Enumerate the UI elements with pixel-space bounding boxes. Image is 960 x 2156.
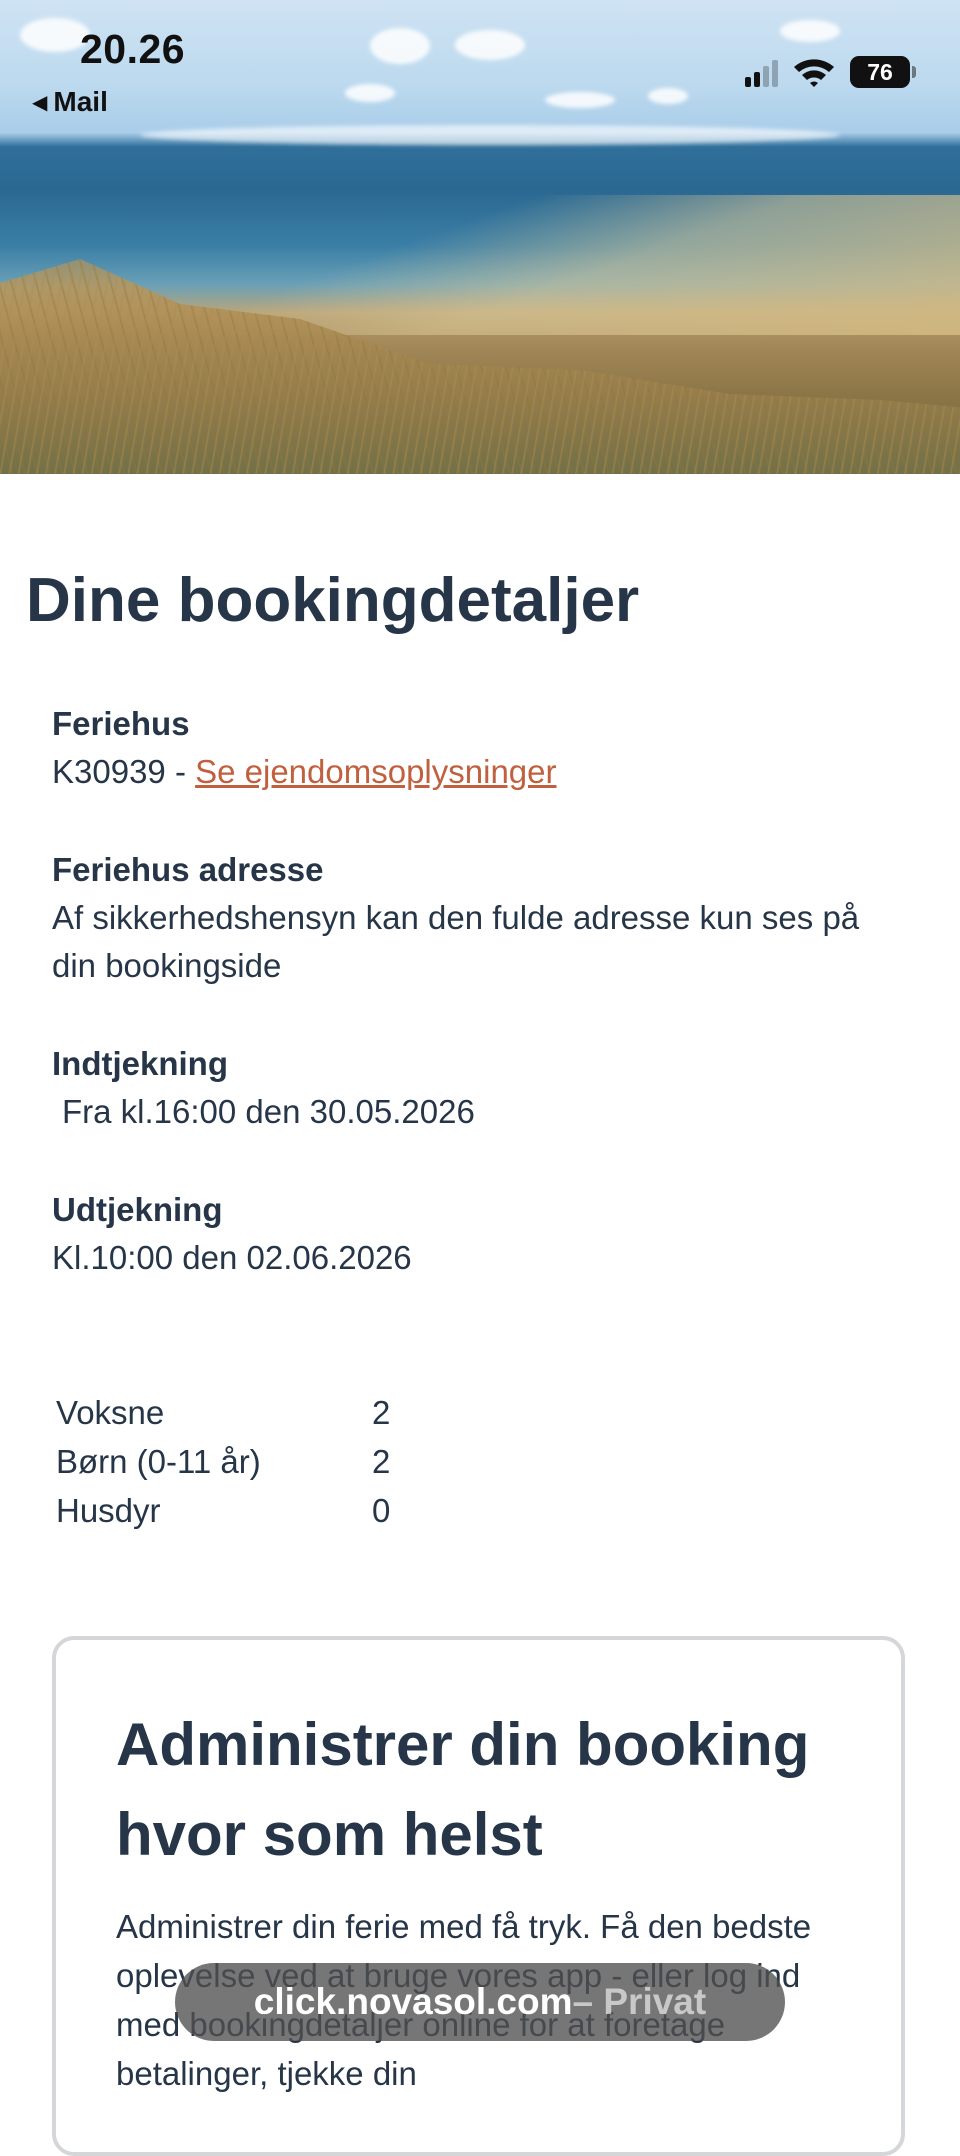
guest-labels: Voksne Børn (0-11 år) Husdyr	[56, 1388, 276, 1535]
private-mode-label: – Privat	[572, 1981, 707, 2022]
house-label: Feriehus	[52, 705, 190, 742]
cloud	[370, 28, 430, 64]
cloud	[648, 88, 688, 104]
house-id: K30939 -	[52, 753, 196, 790]
checkout-label: Udtjekning	[52, 1191, 223, 1228]
url-text: click.novasol.com	[253, 1981, 573, 2022]
checkin-value: Fra kl.16:00 den 30.05.2026	[62, 1093, 475, 1130]
status-time: 20.26	[80, 26, 186, 72]
house-value: K30939 - Se ejendomsoplysninger	[52, 748, 902, 796]
cloud	[140, 125, 840, 145]
cellular-signal-icon	[745, 57, 778, 87]
cloud	[780, 20, 840, 42]
browser-url-bar[interactable]: click.novasol.com – Privat	[175, 1963, 785, 2041]
wifi-icon	[794, 59, 834, 87]
back-triangle-icon: ◀	[32, 92, 48, 114]
cloud	[455, 30, 525, 60]
guest-value-pets: 0	[372, 1492, 391, 1529]
address-value: Af sikkerhedshensyn kan den fulde adress…	[52, 899, 860, 984]
address-label: Feriehus adresse	[52, 851, 324, 888]
cloud	[345, 84, 395, 102]
address-field: Feriehus adresse Af sikkerhedshensyn kan…	[52, 846, 902, 990]
checkout-field: Udtjekning Kl.10:00 den 02.06.2026	[52, 1186, 902, 1282]
checkin-label: Indtjekning	[52, 1045, 228, 1082]
guest-value-children: 2	[372, 1443, 391, 1480]
manage-booking-card: Administrer din booking hvor som helst A…	[52, 1636, 905, 2156]
house-field: Feriehus K30939 - Se ejendomsoplysninger	[52, 700, 902, 796]
cloud	[545, 92, 615, 108]
battery-icon: 76	[850, 56, 916, 88]
checkout-value: Kl.10:00 den 02.06.2026	[52, 1239, 412, 1276]
page-title: Dine bookingdetaljer	[26, 566, 640, 635]
checkin-field: Indtjekning Fra kl.16:00 den 30.05.2026	[52, 1040, 902, 1136]
back-label: Mail	[53, 86, 108, 117]
property-info-link[interactable]: Se ejendomsoplysninger	[195, 753, 556, 790]
guest-values: 2 2 0	[372, 1388, 390, 1535]
back-to-mail-button[interactable]: ◀ Mail	[32, 86, 108, 118]
guest-value-adults: 2	[372, 1394, 391, 1431]
guest-label-adults: Voksne	[56, 1394, 165, 1431]
manage-booking-title: Administrer din booking hvor som helst	[116, 1711, 810, 1868]
guest-label-children: Børn (0-11 år)	[56, 1443, 261, 1480]
guest-label-pets: Husdyr	[56, 1492, 161, 1529]
status-indicators: 76	[745, 56, 916, 88]
